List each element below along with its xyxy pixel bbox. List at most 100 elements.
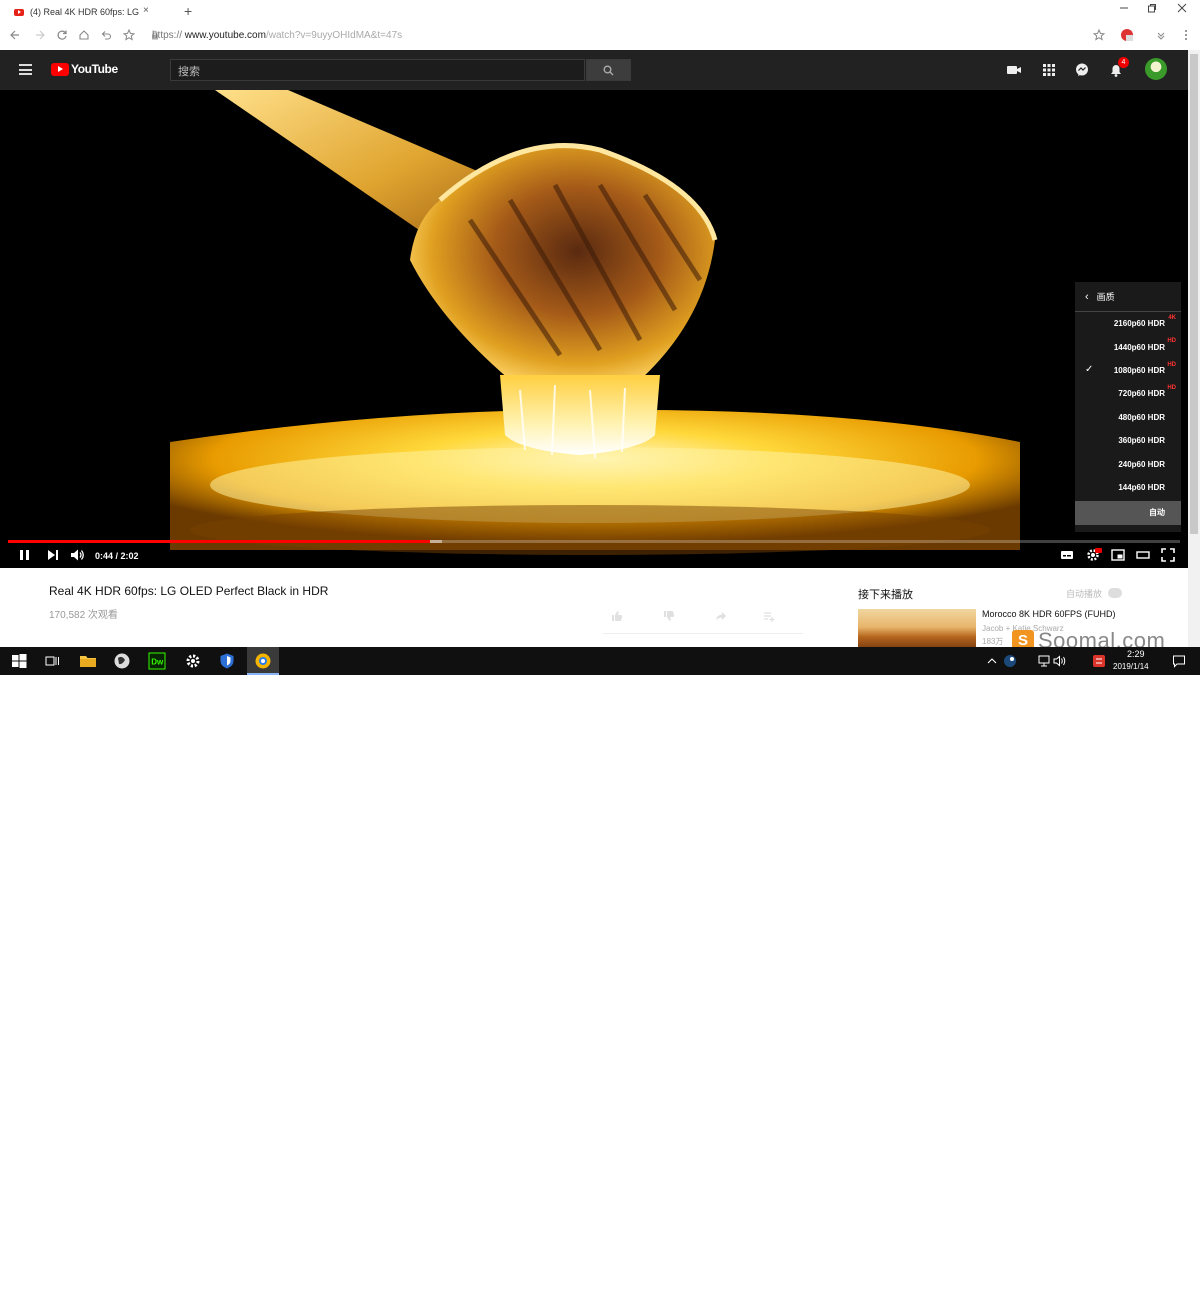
settings-gear-icon[interactable] <box>184 652 202 670</box>
security-shield-icon[interactable] <box>218 652 236 670</box>
clock-date[interactable]: 2019/1/14 <box>1113 662 1149 671</box>
url-field[interactable]: https:// www.youtube.com/watch?v=9uyyOHI… <box>152 30 402 41</box>
settings-button[interactable] <box>1086 548 1102 564</box>
action-center-icon[interactable] <box>1172 654 1186 672</box>
messages-icon[interactable] <box>1074 62 1090 78</box>
share-icon[interactable] <box>715 610 727 624</box>
task-view-icon[interactable] <box>43 652 61 670</box>
quality-option[interactable]: 360p60 HDR <box>1075 429 1181 452</box>
quality-option-label: 144p60 HDR <box>1118 482 1165 492</box>
file-explorer-icon[interactable] <box>79 652 97 670</box>
video-player[interactable]: 0:44 / 2:02 <box>0 90 1188 568</box>
next-button[interactable] <box>46 548 60 564</box>
windows-taskbar: Dw 中 <box>0 647 1200 1315</box>
url-scheme: https:// <box>152 30 183 41</box>
youtube-header: YouTube 搜索 <box>0 50 1188 90</box>
search-button[interactable] <box>586 59 631 81</box>
fullscreen-icon <box>1161 548 1175 562</box>
like-icon[interactable] <box>611 610 623 624</box>
quality-option[interactable]: 240p60 HDR <box>1075 452 1181 475</box>
dreamweaver-icon[interactable]: Dw <box>148 652 166 670</box>
forward-icon[interactable] <box>33 29 47 44</box>
app-globe-icon[interactable] <box>113 652 131 670</box>
search-input[interactable]: 搜索 <box>170 59 585 81</box>
quality-option-label: 240p60 HDR <box>1118 459 1165 469</box>
volume-button[interactable] <box>70 548 86 564</box>
dislike-icon[interactable] <box>663 610 675 624</box>
browser-menu-icon[interactable] <box>1179 29 1193 44</box>
quality-option[interactable]: 720p60 HDR HD <box>1075 382 1181 405</box>
hamburger-menu-icon[interactable] <box>19 64 32 75</box>
avatar[interactable] <box>1145 58 1167 80</box>
svg-text:Dw: Dw <box>151 658 164 667</box>
video-actions-row <box>603 608 803 634</box>
quality-badge: 4K <box>1168 315 1176 321</box>
autoplay-label: 自动播放 <box>1066 589 1103 599</box>
ime-indicator[interactable]: 中 <box>1072 1303 1081 1316</box>
quality-option[interactable]: ✓ 1080p60 HDR HD <box>1075 359 1181 382</box>
quality-option-label: 720p60 HDR <box>1118 389 1165 399</box>
apps-grid-icon[interactable] <box>1041 62 1057 78</box>
save-to-playlist-icon[interactable] <box>763 610 775 624</box>
progress-bar[interactable] <box>8 540 1180 543</box>
restore-icon[interactable] <box>1142 3 1162 16</box>
theater-icon <box>1136 551 1150 559</box>
quality-option[interactable]: 2160p60 HDR 4K <box>1075 312 1181 335</box>
gear-icon <box>1087 548 1102 561</box>
minimize-icon[interactable] <box>1114 3 1134 16</box>
recommended-video-views: 183万 <box>982 637 1004 646</box>
quality-menu-header[interactable]: ‹ 画质 <box>1075 282 1181 312</box>
recommended-video-title[interactable]: Morocco 8K HDR 60FPS (FUHD) <box>982 609 1116 619</box>
steam-tray-icon[interactable] <box>1003 654 1017 672</box>
clock-time[interactable]: 2:29 <box>1127 649 1145 659</box>
miniplayer-button[interactable] <box>1111 548 1125 564</box>
upload-video-icon[interactable] <box>1006 62 1022 78</box>
undo-icon[interactable] <box>99 29 113 44</box>
pause-button[interactable] <box>18 548 32 564</box>
scrollbar-thumb[interactable] <box>1190 54 1198 534</box>
quality-option-auto[interactable]: 自动 <box>1075 501 1181 525</box>
subtitles-icon <box>1061 551 1073 559</box>
close-window-icon[interactable] <box>1172 3 1192 16</box>
back-icon[interactable] <box>8 29 22 44</box>
page-scrollbar[interactable] <box>1188 50 1200 647</box>
quality-options: 2160p60 HDR 4K 1440p60 HDR HD ✓ 1080p60 HDR HD… <box>1075 312 1181 499</box>
notification-count-badge: 4 <box>1118 57 1129 68</box>
quality-badge: HD <box>1167 361 1176 368</box>
played-bar <box>8 540 430 543</box>
quality-badge: HD <box>1167 385 1176 392</box>
theater-mode-button[interactable] <box>1136 548 1150 564</box>
downloads-chevron-icon[interactable] <box>1154 29 1168 44</box>
input-method-tray-icon[interactable] <box>1092 654 1106 672</box>
extension-icon[interactable] <box>1120 28 1134 45</box>
fullscreen-button[interactable] <box>1161 548 1175 564</box>
autoplay-toggle[interactable] <box>1108 588 1122 598</box>
youtube-wordmark: YouTube <box>71 62 118 76</box>
chevron-left-icon: ‹ <box>1085 290 1089 303</box>
youtube-logo[interactable]: YouTube <box>51 62 118 76</box>
quality-option-label: 1440p60 HDR <box>1113 342 1165 352</box>
windows-start-icon[interactable] <box>10 652 28 670</box>
favorite-star-icon[interactable] <box>1092 28 1106 44</box>
new-tab-button[interactable]: + <box>184 3 192 19</box>
miniplayer-icon <box>1111 549 1125 561</box>
speaker-icon[interactable] <box>1053 654 1067 672</box>
up-next-heading: 接下来播放 <box>858 589 913 601</box>
quality-option-label: 480p60 HDR <box>1118 412 1165 422</box>
subtitles-button[interactable] <box>1060 548 1074 564</box>
quality-option[interactable]: 480p60 HDR <box>1075 406 1181 429</box>
quality-option[interactable]: 144p60 HDR <box>1075 476 1181 499</box>
taskbar-active-app[interactable] <box>247 647 279 675</box>
home-icon[interactable] <box>77 29 91 44</box>
pause-icon <box>20 550 29 560</box>
bookmark-star-icon[interactable] <box>122 28 136 44</box>
tray-chevron-up-icon[interactable] <box>986 654 998 672</box>
browser-app-icon <box>255 653 271 669</box>
reload-icon[interactable] <box>55 29 69 44</box>
browser-tab[interactable]: (4) Real 4K HDR 60fps: LG <box>0 0 160 24</box>
recommended-video-thumbnail[interactable] <box>858 609 976 649</box>
quality-option[interactable]: 1440p60 HDR HD <box>1075 335 1181 358</box>
tab-close-button[interactable]: × <box>143 5 149 16</box>
network-icon[interactable] <box>1038 654 1052 672</box>
youtube-play-icon <box>51 62 69 76</box>
